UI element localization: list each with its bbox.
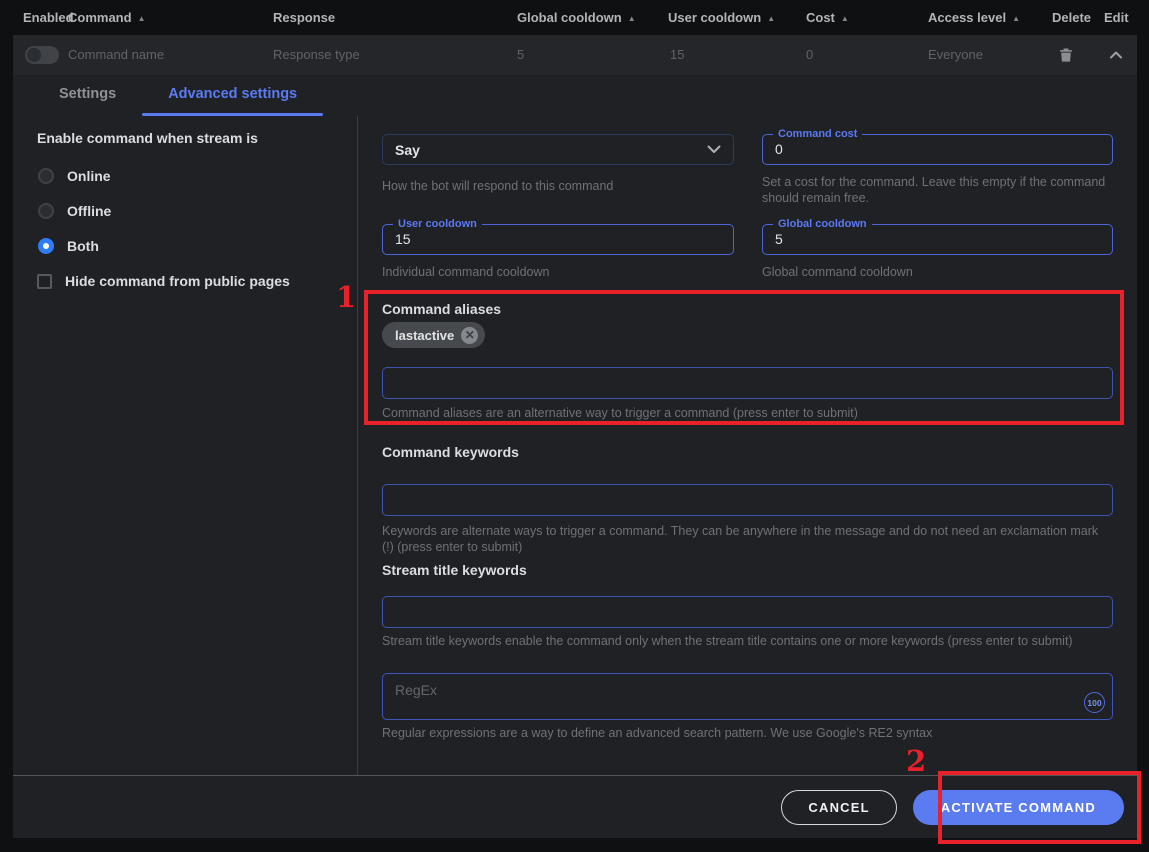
response-type-cell[interactable]: Response type <box>273 35 360 75</box>
col-delete: Delete <box>1052 0 1091 35</box>
command-row: Command name Response type 5 15 0 Everyo… <box>13 35 1137 75</box>
activate-command-button[interactable]: ACTIVATE COMMAND <box>913 790 1124 825</box>
command-cost-label: Command cost <box>773 128 862 141</box>
radio-both[interactable]: Both <box>38 238 99 254</box>
user-cooldown-cell: 15 <box>670 35 684 75</box>
chevron-down-icon <box>707 145 721 154</box>
stream-state-title: Enable command when stream is <box>37 130 258 146</box>
regex-input[interactable] <box>383 674 1112 719</box>
col-edit: Edit <box>1104 0 1129 35</box>
editor-tabs: Settings Advanced settings <box>13 75 1137 116</box>
collapse-row-icon[interactable] <box>1108 48 1124 62</box>
user-cooldown-field[interactable]: User cooldown 15 <box>382 224 734 255</box>
sort-asc-icon: ▲ <box>628 14 636 23</box>
trash-icon[interactable] <box>1058 47 1074 63</box>
regex-input-wrap: 100 <box>382 673 1113 720</box>
col-cost[interactable]: Cost▲ <box>806 0 849 35</box>
col-response: Response <box>273 0 335 35</box>
keywords-label: Command keywords <box>382 444 519 460</box>
aliases-input[interactable] <box>382 367 1113 399</box>
global-cooldown-helper: Global command cooldown <box>762 264 1113 280</box>
col-access-level[interactable]: Access level▲ <box>928 0 1020 35</box>
keywords-input[interactable] <box>382 484 1113 516</box>
tab-advanced-settings[interactable]: Advanced settings <box>142 75 323 116</box>
aliases-chip-list: lastactive ✕ <box>382 322 485 348</box>
radio-icon <box>38 203 54 219</box>
radio-offline[interactable]: Offline <box>38 203 111 219</box>
regex-counter-badge: 100 <box>1084 692 1105 713</box>
col-enabled: Enabled <box>23 0 74 35</box>
access-level-cell: Everyone <box>928 35 983 75</box>
stream-title-keywords-helper: Stream title keywords enable the command… <box>382 633 1113 649</box>
editor-footer: CANCEL ACTIVATE COMMAND <box>13 775 1137 838</box>
command-name-cell[interactable]: Command name <box>68 35 164 75</box>
command-editor-card: Command name Response type 5 15 0 Everyo… <box>13 35 1137 838</box>
global-cooldown-field[interactable]: Global cooldown 5 <box>762 224 1113 255</box>
remove-chip-icon[interactable]: ✕ <box>461 327 478 344</box>
response-type-helper: How the bot will respond to this command <box>382 178 734 194</box>
checkbox-icon <box>37 274 52 289</box>
keywords-helper: Keywords are alternate ways to trigger a… <box>382 523 1113 555</box>
panel-divider <box>357 116 358 775</box>
col-command[interactable]: Command▲ <box>68 0 145 35</box>
sort-asc-icon: ▲ <box>1012 14 1020 23</box>
cancel-button[interactable]: CANCEL <box>781 790 896 825</box>
regex-helper: Regular expressions are a way to define … <box>382 725 1113 741</box>
user-cooldown-helper: Individual command cooldown <box>382 264 734 280</box>
col-user-cooldown[interactable]: User cooldown▲ <box>668 0 775 35</box>
commands-page: Enabled Command▲ Response Global cooldow… <box>0 0 1149 852</box>
radio-icon <box>38 168 54 184</box>
user-cooldown-label: User cooldown <box>393 218 482 231</box>
advanced-form: Say How the bot will respond to this com… <box>382 116 1113 775</box>
col-global-cooldown[interactable]: Global cooldown▲ <box>517 0 636 35</box>
toggle-knob <box>27 48 41 62</box>
stream-title-keywords-label: Stream title keywords <box>382 562 527 578</box>
sort-asc-icon: ▲ <box>138 14 146 23</box>
radio-selected-icon <box>38 238 54 254</box>
stream-title-keywords-input[interactable] <box>382 596 1113 628</box>
commands-table-header: Enabled Command▲ Response Global cooldow… <box>0 0 1149 35</box>
cost-cell: 0 <box>806 35 813 75</box>
editor-body: Enable command when stream is Online Off… <box>13 116 1137 775</box>
global-cooldown-cell: 5 <box>517 35 524 75</box>
response-type-select[interactable]: Say <box>382 134 734 165</box>
alias-chip: lastactive ✕ <box>382 322 485 348</box>
hide-command-checkbox[interactable]: Hide command from public pages <box>37 273 290 289</box>
command-cost-helper: Set a cost for the command. Leave this e… <box>762 174 1113 206</box>
tab-settings[interactable]: Settings <box>33 75 142 116</box>
sort-asc-icon: ▲ <box>767 14 775 23</box>
sort-asc-icon: ▲ <box>841 14 849 23</box>
command-cost-field[interactable]: Command cost 0 <box>762 134 1113 165</box>
aliases-label: Command aliases <box>382 301 501 317</box>
global-cooldown-label: Global cooldown <box>773 218 872 231</box>
aliases-helper: Command aliases are an alternative way t… <box>382 405 1113 421</box>
radio-online[interactable]: Online <box>38 168 111 184</box>
enabled-toggle[interactable] <box>25 46 59 64</box>
